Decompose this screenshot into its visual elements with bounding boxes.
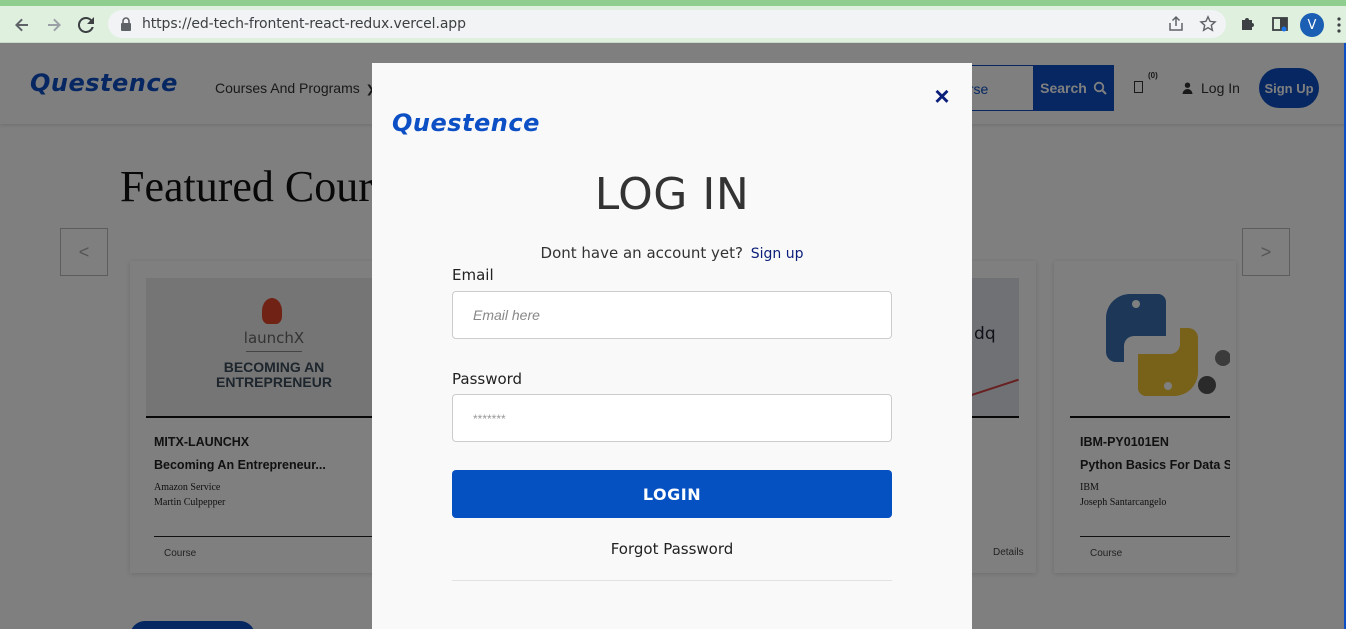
- login-modal: × Questence LOG IN Dont have an account …: [372, 63, 972, 629]
- forward-icon[interactable]: [43, 14, 65, 36]
- address-bar[interactable]: https://ed-tech-frontent-react-redux.ver…: [108, 10, 1226, 38]
- browser-toolbar: https://ed-tech-frontent-react-redux.ver…: [0, 6, 1346, 43]
- lock-icon: [121, 17, 131, 31]
- extensions-puzzle-icon[interactable]: [1238, 14, 1258, 34]
- back-icon[interactable]: [11, 14, 33, 36]
- close-icon[interactable]: ×: [930, 83, 954, 109]
- signup-prompt: Dont have an account yet? Sign up: [372, 244, 972, 262]
- email-label: Email: [452, 266, 494, 284]
- modal-title: LOG IN: [594, 169, 750, 220]
- side-panel-icon[interactable]: [1270, 14, 1290, 34]
- profile-avatar[interactable]: V: [1300, 13, 1324, 37]
- login-button[interactable]: LOGIN: [452, 470, 892, 518]
- modal-divider: [452, 580, 892, 581]
- signup-link[interactable]: Sign up: [751, 246, 804, 262]
- modal-logo: Questence: [392, 109, 540, 137]
- share-icon[interactable]: [1167, 15, 1185, 33]
- forgot-password-link[interactable]: Forgot Password: [372, 540, 972, 558]
- email-field[interactable]: [452, 291, 892, 339]
- password-field[interactable]: [452, 394, 892, 442]
- password-label: Password: [452, 370, 523, 388]
- url-text[interactable]: https://ed-tech-frontent-react-redux.ver…: [142, 16, 466, 32]
- reload-icon[interactable]: [75, 14, 97, 36]
- more-menu-icon[interactable]: [1336, 16, 1342, 34]
- bookmark-star-icon[interactable]: [1199, 15, 1217, 33]
- signup-prompt-text: Dont have an account yet?: [540, 244, 743, 262]
